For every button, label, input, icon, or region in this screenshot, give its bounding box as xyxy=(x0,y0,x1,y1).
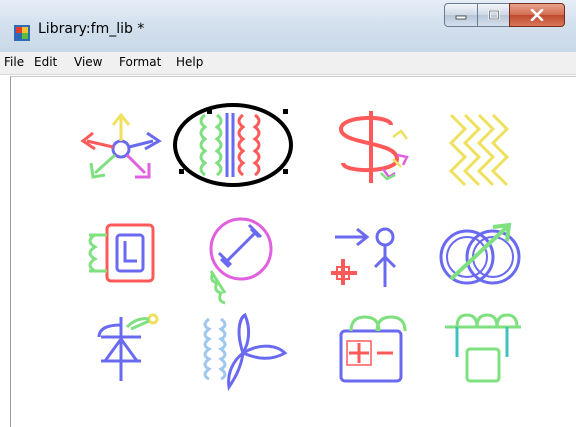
library-block-12[interactable] xyxy=(431,309,531,389)
menu-bar: File Edit View Format Help xyxy=(0,52,576,75)
battery-icon xyxy=(339,315,407,383)
menu-file[interactable]: File xyxy=(4,55,24,69)
coil-box-icon xyxy=(445,313,521,383)
window-title: Library:fm_lib * xyxy=(38,21,145,37)
library-block-1[interactable] xyxy=(71,107,171,187)
menu-format[interactable]: Format xyxy=(119,55,161,69)
close-icon xyxy=(530,9,544,21)
diode-symbol-icon xyxy=(97,313,159,381)
menu-help[interactable]: Help xyxy=(176,55,203,69)
minimize-icon xyxy=(455,15,467,20)
library-block-4[interactable] xyxy=(431,109,531,189)
coil-propeller-icon xyxy=(203,312,288,392)
close-button[interactable] xyxy=(509,3,565,27)
library-canvas[interactable] xyxy=(10,76,576,427)
rings-arrow-icon xyxy=(439,222,521,285)
library-block-5[interactable] xyxy=(71,215,171,295)
app-icon xyxy=(14,25,30,41)
menu-edit[interactable]: Edit xyxy=(34,55,57,69)
window-controls xyxy=(444,3,568,27)
minimize-button[interactable] xyxy=(444,3,478,27)
maximize-button[interactable] xyxy=(477,3,510,27)
circle-dumbbell-icon xyxy=(209,217,273,305)
library-block-7[interactable] xyxy=(321,215,421,295)
title-bar[interactable]: Library:fm_lib * xyxy=(0,0,576,53)
library-block-6[interactable] xyxy=(193,215,293,305)
zigzag-waves-icon xyxy=(448,113,510,187)
library-block-3[interactable] xyxy=(321,107,421,187)
menu-view[interactable]: View xyxy=(74,55,102,69)
library-block-11[interactable] xyxy=(321,309,421,389)
library-block-10[interactable] xyxy=(193,309,293,392)
square-l-coil-icon xyxy=(88,223,155,283)
coil-transformer-icon xyxy=(173,103,293,187)
arrows-circle-icon xyxy=(80,112,162,179)
person-arrows-icon xyxy=(331,227,397,287)
library-block-2[interactable] xyxy=(173,103,293,187)
maximize-icon xyxy=(487,10,500,20)
s-coil-icon xyxy=(338,111,409,183)
library-block-9[interactable] xyxy=(71,309,171,389)
library-window: Library:fm_lib * File Edit View Format H… xyxy=(0,0,576,427)
library-block-8[interactable] xyxy=(431,215,531,295)
